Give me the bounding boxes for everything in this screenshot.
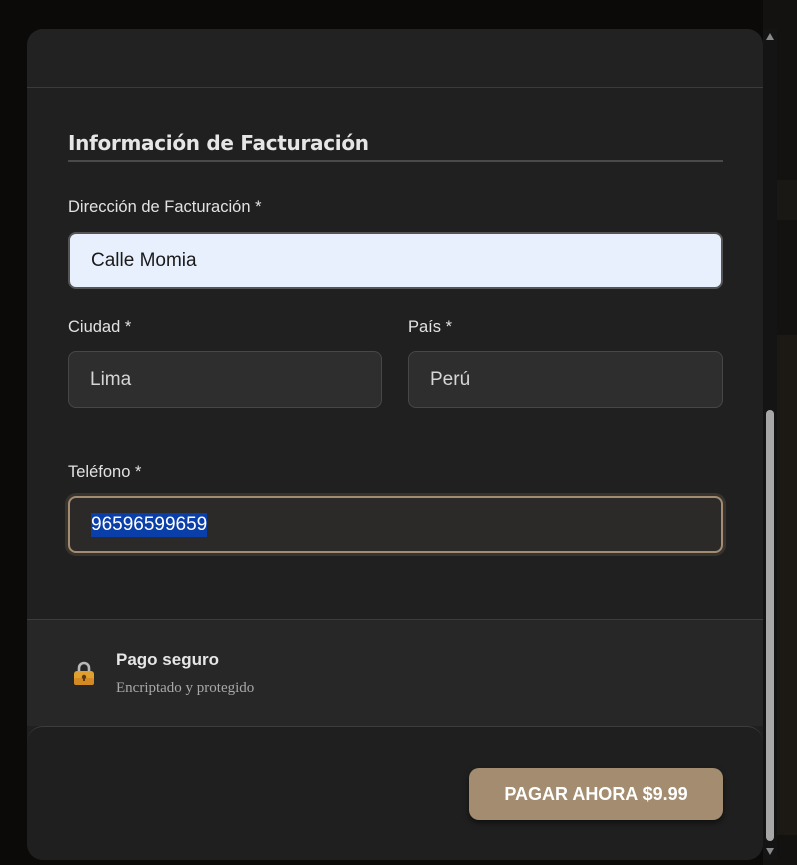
phone-label: Teléfono * [68, 463, 142, 481]
background-shade [775, 335, 797, 835]
secure-payment-subtitle: Encriptado y protegido [116, 680, 255, 696]
city-field[interactable]: Lima [68, 351, 382, 408]
city-value: Lima [90, 368, 132, 390]
city-label: Ciudad * [68, 318, 132, 336]
scroll-down-arrow-icon[interactable] [766, 848, 774, 855]
scroll-up-arrow-icon[interactable] [766, 33, 774, 40]
modal-header [27, 29, 763, 88]
phone-value-selected: 96596599659 [91, 512, 208, 537]
address-label: Dirección de Facturación * [68, 198, 262, 216]
lock-icon [74, 661, 94, 685]
pay-now-button[interactable]: PAGAR AHORA $9.99 [469, 768, 723, 820]
background-shade [775, 180, 797, 220]
modal-footer: PAGAR AHORA $9.99 [27, 726, 763, 860]
country-field[interactable]: Perú [408, 351, 723, 408]
scrollbar[interactable] [763, 29, 777, 860]
checkout-modal: Información de Facturación Dirección de … [27, 29, 763, 860]
scrollbar-thumb[interactable] [766, 410, 774, 841]
secure-payment-title: Pago seguro [116, 650, 219, 669]
billing-section-title: Información de Facturación [68, 131, 723, 162]
country-label: País * [408, 318, 453, 336]
phone-field[interactable]: 96596599659 [68, 496, 723, 553]
address-value: Calle Momia [91, 249, 197, 271]
secure-payment-banner: Pago seguro Encriptado y protegido [27, 619, 763, 726]
address-field[interactable]: Calle Momia [68, 232, 723, 289]
country-value: Perú [430, 368, 471, 390]
